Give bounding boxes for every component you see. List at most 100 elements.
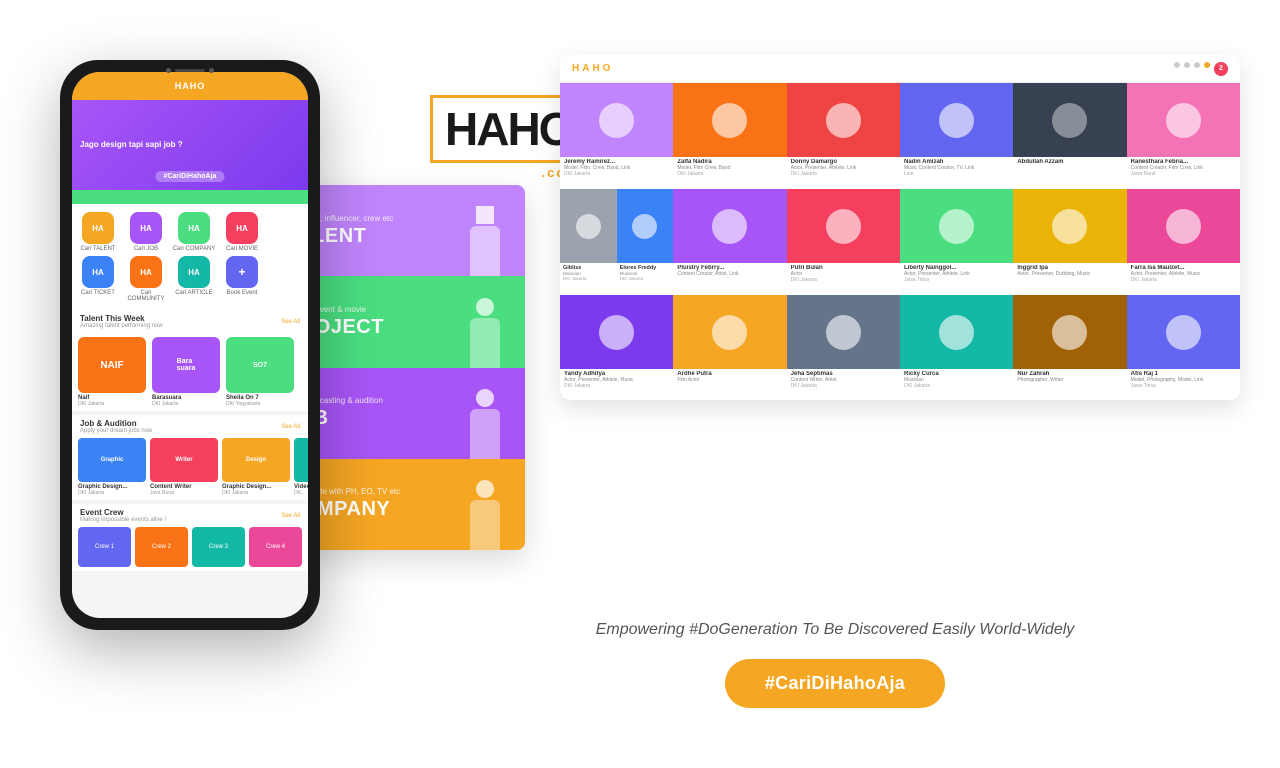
db-cell-nadin[interactable]: Nadin Amizah Music Content Creator, TV, … bbox=[900, 83, 1013, 189]
phone-icon-label-article: Cari ARTICLE bbox=[175, 290, 213, 296]
db-notification: 2 bbox=[1214, 62, 1228, 76]
phone-job-card-2[interactable]: Writer Content Writer Java Barat bbox=[150, 438, 218, 496]
cta-button[interactable]: #CariDiHahoAja bbox=[725, 659, 945, 708]
phone-icon-label-talent: Cari TALENT bbox=[80, 246, 115, 252]
phone-event-2[interactable]: Crew 2 bbox=[135, 527, 188, 567]
phone-talent-title: Talent This Week bbox=[80, 314, 163, 323]
phone-talent-sub: Amazing talent performing now bbox=[80, 323, 163, 329]
phone-talent-img-naif: NAIF bbox=[78, 337, 146, 393]
phone-talent-loc-sheila: DKI Yogyakarta bbox=[226, 401, 294, 407]
db-cell-pluistry[interactable]: Pluistry Febrry... Content Creator, Arti… bbox=[673, 189, 786, 295]
phone-icons-grid: HA Cari TALENT HA Cari JOB HA Cari COMPA… bbox=[72, 204, 308, 310]
phone-green-bar bbox=[72, 190, 308, 204]
phone-icon-article[interactable]: HA Cari ARTICLE bbox=[172, 256, 216, 302]
phone-talent-row: NAIF Naif DKI Jakarta Barasuara Barasuar… bbox=[72, 333, 308, 411]
db-cell-gibliss[interactable]: Gibliss Musician DKI Jakarta bbox=[560, 189, 617, 295]
phone-hero-text: Jago design tapi sapi job ? bbox=[80, 140, 183, 150]
db-cell-ardhe[interactable]: Ardhe Putra Film Actor bbox=[673, 295, 786, 400]
db-cell-putri[interactable]: Putri Bulan Actor DKI Jakarta bbox=[787, 189, 900, 295]
db-cell-farra[interactable]: Farra Isa Maulzet... Actor, Presenter, A… bbox=[1127, 189, 1240, 295]
phone-icon-box-community: HA bbox=[130, 256, 162, 288]
phone-job-img-3: Design bbox=[222, 438, 290, 482]
phone-icon-box-job: HA bbox=[130, 212, 162, 244]
phone-icon-label-ticket: Cari TICKET bbox=[81, 290, 115, 296]
phone-icon-box-company: HA bbox=[178, 212, 210, 244]
db-cell-inggrid[interactable]: Inggrid Ipa Actor, Presenter, Dubbing, M… bbox=[1013, 189, 1126, 295]
db-cell-abdullah[interactable]: Abdullah Azzam bbox=[1013, 83, 1126, 189]
speaker-slot bbox=[175, 69, 205, 72]
phone-event-row: Crew 1 Crew 2 Crew 3 Crew 4 bbox=[72, 527, 308, 571]
phone-job-title: Job & Audition bbox=[80, 419, 152, 428]
phone-talent-sheila[interactable]: SO7 Sheila On 7 DKI Yogyakarta bbox=[226, 337, 294, 407]
phone-icon-company[interactable]: HA Cari COMPANY bbox=[172, 212, 216, 252]
phone-talent-see-all[interactable]: See All bbox=[281, 319, 300, 325]
db-cell-ranesthara[interactable]: Ranesthara Febria... Content Creator, Fi… bbox=[1127, 83, 1240, 189]
phone-talent-img-sheila: SO7 bbox=[226, 337, 294, 393]
phone-icon-label-movie: Cari MOVIE bbox=[226, 246, 258, 252]
db-dots: 2 bbox=[1174, 62, 1228, 76]
phone-app-name: HAHO bbox=[175, 81, 206, 91]
phone-icon-ticket[interactable]: HA Cari TICKET bbox=[76, 256, 120, 302]
db-cell-zalfa[interactable]: Zalfa Nadira Model, Film Crew, Band DKI … bbox=[673, 83, 786, 189]
menu-talent-figure bbox=[445, 185, 525, 276]
db-logo: HAHO bbox=[572, 63, 613, 74]
phone-talent-loc-barasuara: DKI Jakarta bbox=[152, 401, 220, 407]
phone-job-see-all[interactable]: See All bbox=[281, 424, 300, 430]
db-section: HAHO 2 Jeremy Ramirez... Model, Film, Cr… bbox=[560, 55, 1240, 400]
phone-icon-box-talent: HA bbox=[82, 212, 114, 244]
phone-icon-job[interactable]: HA Cari JOB bbox=[124, 212, 168, 252]
db-cell-afis[interactable]: Afis Raj 1 Model, Photography, Model, Li… bbox=[1127, 295, 1240, 400]
camera-dot-2 bbox=[209, 68, 214, 73]
db-cell-yandy[interactable]: Yandy Adhitya Actor, Presenter, Athlete,… bbox=[560, 295, 673, 400]
phone-icon-talent[interactable]: HA Cari TALENT bbox=[76, 212, 120, 252]
phone-camera bbox=[166, 68, 214, 73]
phone-job-loc-3: DKI Jakarta bbox=[222, 490, 290, 496]
phone-event-3[interactable]: Crew 3 bbox=[192, 527, 245, 567]
phone-screen: HAHO Jago design tapi sapi job ? #CariDi… bbox=[72, 72, 308, 618]
phone-event-4[interactable]: Crew 4 bbox=[249, 527, 302, 567]
phone-icon-book[interactable]: + Book Event bbox=[220, 256, 264, 302]
phone-icon-box-book: + bbox=[226, 256, 258, 288]
phone-talent-header: Talent This Week Amazing talent performi… bbox=[72, 310, 308, 333]
phone-talent-img-barasuara: Barasuara bbox=[152, 337, 220, 393]
phone-status-bar: HAHO bbox=[72, 72, 308, 100]
phone-job-sub: Apply your dream jobs now bbox=[80, 428, 152, 434]
db-loc-jeremy: DKI Jakarta bbox=[564, 171, 669, 177]
phone-job-card-3[interactable]: Design Graphic Design... DKI Jakarta bbox=[222, 438, 290, 496]
phone-talent-loc-naif: DKI Jakarta bbox=[78, 401, 146, 407]
phone-job-header: Job & Audition Apply your dream jobs now… bbox=[72, 415, 308, 438]
phone-event-sub: Making impossible events alive ! bbox=[80, 517, 166, 523]
phone-talent-naif[interactable]: NAIF Naif DKI Jakarta bbox=[78, 337, 146, 407]
phone-job-img-1: Graphic bbox=[78, 438, 146, 482]
phone-icon-label-community: Cari COMMUNITY bbox=[124, 290, 168, 302]
menu-job-figure bbox=[445, 368, 525, 459]
db-cell-donny[interactable]: Donny Damargo Actor, Presenter, Athlete,… bbox=[787, 83, 900, 189]
phone-icon-box-ticket: HA bbox=[82, 256, 114, 288]
db-dot-1 bbox=[1174, 62, 1180, 68]
menu-project-figure bbox=[445, 276, 525, 367]
phone-event-see-all[interactable]: See All bbox=[281, 513, 300, 519]
phone-job-loc-1: DKI Jakarta bbox=[78, 490, 146, 496]
phone-icon-label-company: Cari COMPANY bbox=[173, 246, 216, 252]
phone-job-card-1[interactable]: Graphic Graphic Design... DKI Jakarta bbox=[78, 438, 146, 496]
db-cell-ricky[interactable]: Ricky Curca Musician DKI Jakarta bbox=[900, 295, 1013, 400]
db-cell-jeha[interactable]: Jeha Septimas Content Writer, Artist DKI… bbox=[787, 295, 900, 400]
db-cell-elores[interactable]: Elores Freddy Musician DKI Jakarta bbox=[617, 189, 674, 295]
phone-event-title: Event Crew bbox=[80, 508, 166, 517]
db-dot-3 bbox=[1194, 62, 1200, 68]
phone-icon-movie[interactable]: HA Cari MOVIE bbox=[220, 212, 264, 252]
phone-talent-barasuara[interactable]: Barasuara Barasuara DKI Jakarta bbox=[152, 337, 220, 407]
phone-job-img-2: Writer bbox=[150, 438, 218, 482]
phone-icon-community[interactable]: HA Cari COMMUNITY bbox=[124, 256, 168, 302]
phone-hero-badge: #CariDiHahoAja bbox=[156, 171, 225, 182]
menu-company-figure bbox=[445, 459, 525, 550]
phone-job-card-4[interactable]: Video Video... DK... bbox=[294, 438, 308, 496]
db-cell-liberty[interactable]: Liberty Nainggol... Actor, Presenter, At… bbox=[900, 189, 1013, 295]
db-cell-nur[interactable]: Nur Zahrah Photographer, Writer bbox=[1013, 295, 1126, 400]
db-header: HAHO 2 bbox=[560, 55, 1240, 83]
phone-event-1[interactable]: Crew 1 bbox=[78, 527, 131, 567]
bottom-section: Empowering #DoGeneration To Be Discovere… bbox=[430, 621, 1240, 708]
db-cell-jeremy[interactable]: Jeremy Ramirez... Model, Film, Crew, Ban… bbox=[560, 83, 673, 189]
phone-outer: HAHO Jago design tapi sapi job ? #CariDi… bbox=[60, 60, 320, 630]
phone-job-loc-4: DK... bbox=[294, 490, 308, 496]
